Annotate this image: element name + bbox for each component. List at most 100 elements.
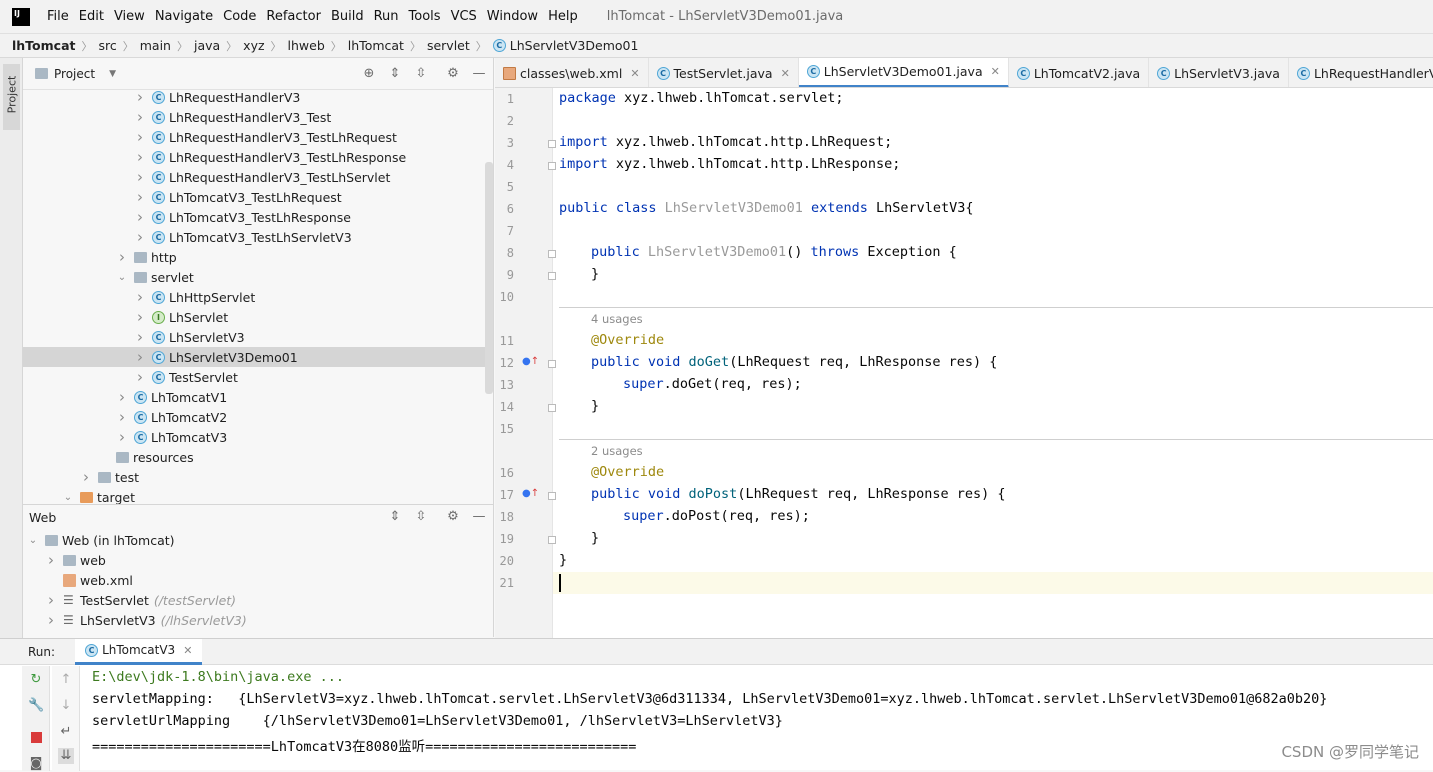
override-method-icon[interactable]: ●↑	[522, 356, 539, 367]
web-tree-item[interactable]: web.xml	[23, 570, 493, 590]
chevron-right-icon[interactable]: ›	[134, 368, 146, 386]
close-icon[interactable]: ✕	[991, 65, 1000, 78]
chevron-right-icon[interactable]: ›	[80, 468, 92, 486]
chevron-down-icon[interactable]: ⌄	[116, 272, 128, 283]
chevron-right-icon[interactable]: ›	[134, 348, 146, 366]
tree-item[interactable]: › C LhServletV3Demo01	[23, 347, 493, 367]
chevron-right-icon[interactable]: ›	[45, 551, 57, 569]
locate-icon[interactable]: ⊕	[361, 66, 377, 82]
fold-marker-icon[interactable]	[548, 250, 556, 258]
chevron-right-icon[interactable]: ›	[134, 188, 146, 206]
tree-item[interactable]: › C LhRequestHandlerV3_TestLhRequest	[23, 127, 493, 147]
project-scrollbar[interactable]	[485, 162, 493, 394]
rerun-icon[interactable]: ↻	[28, 672, 44, 688]
wrench-icon[interactable]: 🔧	[28, 698, 44, 714]
menu-navigate[interactable]: Navigate	[150, 9, 218, 24]
tree-item[interactable]: › C LhTomcatV1	[23, 387, 493, 407]
code-line-18[interactable]: super.doPost(req, res);	[623, 508, 810, 524]
chevron-right-icon[interactable]: ›	[45, 591, 57, 609]
code-line-9[interactable]: }	[591, 266, 599, 282]
code-line-4[interactable]: import xyz.lhweb.lhTomcat.http.LhRespons…	[559, 156, 900, 172]
menu-view[interactable]: View	[109, 9, 150, 24]
breadcrumb-item[interactable]: LhServletV3Demo01	[510, 38, 639, 53]
breadcrumb-item[interactable]: servlet	[427, 38, 470, 53]
close-icon[interactable]: ✕	[183, 644, 192, 657]
breadcrumb-item[interactable]: lhweb	[288, 38, 325, 53]
tree-item[interactable]: › C TestServlet	[23, 367, 493, 387]
scroll-to-end-icon[interactable]: ⇊	[58, 748, 74, 764]
chevron-right-icon[interactable]: ›	[134, 128, 146, 146]
fold-marker-icon[interactable]	[548, 404, 556, 412]
editor-tab[interactable]: classes\web.xml ✕	[495, 58, 649, 87]
minimize-icon[interactable]: —	[471, 509, 487, 525]
tree-item[interactable]: › C LhTomcatV3_TestLhServletV3	[23, 227, 493, 247]
chevron-right-icon[interactable]: ›	[134, 328, 146, 346]
code-line-8[interactable]: public LhServletV3Demo01() throws Except…	[591, 244, 957, 260]
tree-item[interactable]: › C LhRequestHandlerV3_TestLhServlet	[23, 167, 493, 187]
minimize-icon[interactable]: —	[471, 66, 487, 82]
code-line-11[interactable]: @Override	[591, 332, 664, 348]
fold-marker-icon[interactable]	[548, 162, 556, 170]
web-tree-item[interactable]: › ☰ TestServlet (/testServlet)	[23, 590, 493, 610]
arrow-down-icon[interactable]: ↓	[58, 698, 74, 714]
tree-item[interactable]: resources	[23, 447, 493, 467]
run-tab-lhtomcatv3[interactable]: C LhTomcatV3 ✕	[75, 638, 203, 665]
tree-item[interactable]: › C LhServletV3	[23, 327, 493, 347]
menu-tools[interactable]: Tools	[404, 9, 446, 24]
project-tool-window-button[interactable]: Project	[3, 64, 20, 130]
usages-hint[interactable]: 4 usages	[591, 312, 643, 326]
code-line-14[interactable]: }	[591, 398, 599, 414]
stop-icon[interactable]	[28, 730, 44, 746]
editor-tab[interactable]: CLhRequestHandlerV3_Tes	[1289, 58, 1433, 87]
editor-tab[interactable]: C TestServlet.java ✕	[649, 58, 799, 87]
tree-item[interactable]: › C LhTomcatV3_TestLhResponse	[23, 207, 493, 227]
editor-tab[interactable]: C LhTomcatV2.java	[1009, 58, 1150, 87]
project-panel-title[interactable]: Project	[54, 67, 95, 81]
chevron-right-icon[interactable]: ›	[134, 208, 146, 226]
chevron-right-icon[interactable]: ›	[116, 388, 128, 406]
menu-edit[interactable]: Edit	[74, 9, 109, 24]
breadcrumb-item[interactable]: xyz	[243, 38, 264, 53]
close-icon[interactable]: ✕	[630, 67, 639, 80]
chevron-down-icon[interactable]: ⌄	[27, 535, 39, 546]
chevron-right-icon[interactable]: ›	[134, 88, 146, 106]
gear-icon[interactable]: ⚙	[445, 66, 461, 82]
chevron-right-icon[interactable]: ›	[134, 308, 146, 326]
tree-item[interactable]: › C LhRequestHandlerV3_Test	[23, 107, 493, 127]
chevron-right-icon[interactable]: ›	[134, 108, 146, 126]
code-line-6[interactable]: public class LhServletV3Demo01 extends L…	[559, 200, 974, 216]
code-line-13[interactable]: super.doGet(req, res);	[623, 376, 802, 392]
chevron-right-icon[interactable]: ›	[134, 148, 146, 166]
menu-run[interactable]: Run	[369, 9, 404, 24]
chevron-right-icon[interactable]: ›	[116, 428, 128, 446]
tree-item[interactable]: › C LhTomcatV3	[23, 427, 493, 447]
tree-item[interactable]: ⌄ target	[23, 487, 493, 505]
collapse-all-icon[interactable]: ⇳	[413, 509, 429, 525]
fold-marker-icon[interactable]	[548, 272, 556, 280]
tree-item[interactable]: › C LhTomcatV2	[23, 407, 493, 427]
chevron-down-icon[interactable]: ⌄	[62, 492, 74, 503]
menu-code[interactable]: Code	[218, 9, 261, 24]
chevron-right-icon[interactable]: ›	[45, 611, 57, 629]
chevron-right-icon[interactable]: ›	[134, 288, 146, 306]
fold-marker-icon[interactable]	[548, 536, 556, 544]
gear-icon[interactable]: ⚙	[445, 509, 461, 525]
chevron-right-icon[interactable]: ›	[134, 168, 146, 186]
fold-marker-icon[interactable]	[548, 140, 556, 148]
arrow-up-icon[interactable]: ↑	[58, 672, 74, 688]
chevron-right-icon[interactable]: ›	[116, 408, 128, 426]
chevron-right-icon[interactable]: ›	[134, 228, 146, 246]
code-line-12[interactable]: public void doGet(LhRequest req, LhRespo…	[591, 354, 997, 370]
expand-all-icon[interactable]: ⇕	[387, 509, 403, 525]
code-line-20[interactable]: }	[559, 552, 567, 568]
menu-file[interactable]: File	[42, 9, 74, 24]
web-tree-item[interactable]: ⌄ Web (in lhTomcat)	[23, 530, 493, 550]
code-line-1[interactable]: package xyz.lhweb.lhTomcat.servlet;	[559, 90, 843, 106]
chevron-right-icon[interactable]: ›	[116, 248, 128, 266]
code-line-3[interactable]: import xyz.lhweb.lhTomcat.http.LhRequest…	[559, 134, 892, 150]
tree-item[interactable]: › http	[23, 247, 493, 267]
menu-help[interactable]: Help	[543, 9, 583, 24]
usages-hint[interactable]: 2 usages	[591, 444, 643, 458]
collapse-all-icon[interactable]: ⇳	[413, 66, 429, 82]
web-tree-item[interactable]: › ☰ LhServletV3 (/lhServletV3)	[23, 610, 493, 630]
